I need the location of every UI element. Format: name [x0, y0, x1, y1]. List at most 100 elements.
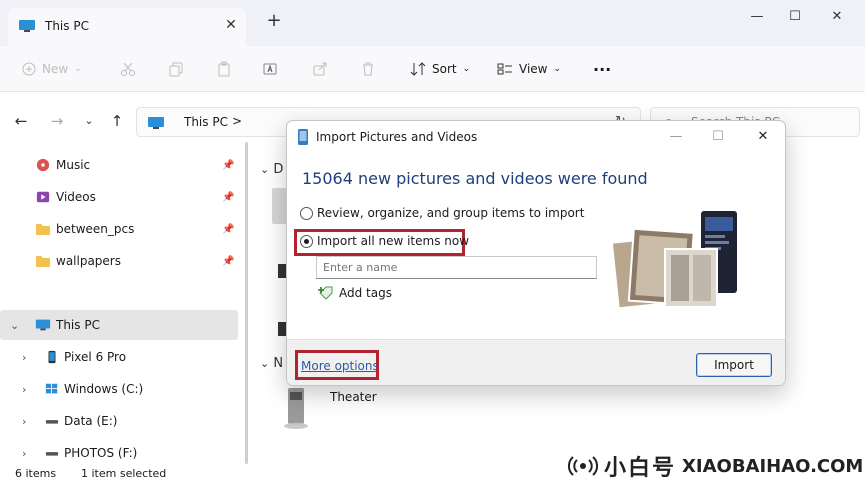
sidebar-item-windows-c[interactable]: › Windows (C:): [0, 374, 238, 404]
breadcrumb-this-pc[interactable]: This PC: [184, 115, 228, 129]
chevron-right-icon[interactable]: ›: [22, 447, 26, 460]
sort-button[interactable]: Sort ⌄: [410, 57, 470, 81]
drive-icon: [45, 452, 59, 456]
dialog-titlebar[interactable]: Import Pictures and Videos — ☐ ✕: [287, 121, 785, 153]
chevron-down-icon[interactable]: ⌄: [10, 319, 19, 332]
dialog-heading: 15064 new pictures and videos were found: [302, 169, 648, 188]
chevron-right-icon[interactable]: ›: [22, 351, 26, 364]
network-item-label: Theater: [330, 390, 377, 404]
monitor-icon: [148, 117, 164, 129]
watermark-en: XIAOBAIHAO.COM: [682, 455, 864, 477]
sidebar-item-label: Videos: [56, 190, 96, 204]
paste-button[interactable]: [216, 57, 232, 81]
chevron-down-icon: ⌄: [260, 163, 270, 176]
tag-add-icon: [318, 286, 333, 300]
more-label: ···: [593, 59, 612, 79]
dialog-minimize-button[interactable]: —: [666, 127, 686, 147]
new-button[interactable]: New ⌄: [22, 57, 82, 81]
view-button[interactable]: View ⌄: [497, 57, 561, 81]
sidebar-item-between-pcs[interactable]: between_pcs 📌: [0, 214, 238, 244]
more-options-link[interactable]: More options: [301, 359, 379, 373]
phone-icon: [48, 350, 56, 364]
share-icon: [313, 62, 327, 76]
navigation-pane: Music 📌 Videos 📌 between_pcs 📌 wallpaper…: [0, 142, 245, 464]
sidebar-item-label: Pixel 6 Pro: [64, 350, 127, 364]
copy-button[interactable]: [168, 57, 184, 81]
sidebar-item-label: Data (E:): [64, 414, 118, 428]
more-button[interactable]: ···: [593, 57, 611, 81]
group-header-devices[interactable]: ⌄ D: [260, 162, 283, 177]
sidebar-item-label: Windows (C:): [64, 382, 144, 396]
chevron-down-icon: ⌄: [553, 64, 562, 74]
import-dialog: Import Pictures and Videos — ☐ ✕ 15064 n…: [286, 120, 786, 386]
option-review[interactable]: Review, organize, and group items to imp…: [300, 206, 584, 220]
group-header-label: N: [273, 356, 284, 371]
minimize-button[interactable]: —: [746, 8, 768, 26]
delete-button[interactable]: [360, 57, 376, 81]
forward-button[interactable]: →: [48, 112, 66, 130]
pin-icon: 📌: [222, 159, 235, 171]
option-import-all[interactable]: Import all new items now: [300, 234, 469, 248]
sidebar-item-this-pc[interactable]: ⌄ This PC: [0, 310, 238, 340]
music-icon: [36, 158, 50, 172]
chevron-right-icon[interactable]: ›: [22, 383, 26, 396]
share-button[interactable]: [312, 57, 328, 81]
folder-icon: [36, 256, 50, 267]
network-item-theater[interactable]: Theater: [282, 386, 442, 430]
sidebar-item-label: PHOTOS (F:): [64, 446, 138, 460]
dialog-maximize-button[interactable]: ☐: [708, 127, 728, 147]
windows-drive-icon: [45, 383, 58, 394]
import-device-icon: [298, 129, 308, 145]
chevron-down-icon: ⌄: [260, 357, 270, 370]
dialog-title: Import Pictures and Videos: [316, 130, 478, 144]
rename-button[interactable]: [262, 57, 278, 81]
import-button[interactable]: Import: [696, 353, 772, 377]
watermark-cn: 小白号: [604, 456, 677, 481]
folder-icon: [36, 224, 50, 235]
sidebar-item-data-e[interactable]: › Data (E:): [0, 406, 238, 436]
breadcrumb-separator[interactable]: >: [232, 114, 242, 128]
recent-locations-button[interactable]: ⌄: [80, 112, 98, 130]
tab-this-pc[interactable]: This PC ✕: [8, 8, 246, 46]
sidebar-item-music[interactable]: Music 📌: [0, 150, 238, 180]
status-item-count: 6 items: [15, 467, 57, 480]
tab-close-button[interactable]: ✕: [220, 14, 242, 36]
new-label: New: [42, 62, 69, 76]
up-button[interactable]: ↑: [108, 112, 126, 130]
option-review-label: Review, organize, and group items to imp…: [317, 206, 585, 220]
view-label: View: [519, 62, 548, 76]
sort-icon: [410, 62, 426, 76]
copy-icon: [169, 62, 183, 77]
photos-illustration: [610, 211, 737, 310]
group-header-network[interactable]: ⌄ N: [260, 356, 283, 371]
video-icon: [36, 191, 50, 203]
sidebar-item-pixel-6-pro[interactable]: › Pixel 6 Pro: [0, 342, 238, 372]
dialog-footer: More options Import: [287, 339, 785, 385]
scissors-icon: [121, 62, 135, 76]
new-tab-button[interactable]: +: [264, 12, 284, 32]
sidebar-scrollbar[interactable]: [245, 142, 248, 464]
tab-bar: This PC ✕ + — ☐ ✕: [0, 0, 865, 46]
pin-icon: 📌: [222, 255, 235, 267]
chevron-right-icon[interactable]: ›: [22, 415, 26, 428]
name-input[interactable]: [316, 256, 597, 279]
add-tags-button[interactable]: Add tags: [318, 285, 392, 301]
radio-button-selected[interactable]: [300, 234, 313, 248]
monitor-icon: [19, 20, 35, 32]
maximize-button[interactable]: ☐: [784, 8, 806, 26]
back-button[interactable]: ←: [12, 112, 30, 130]
close-button[interactable]: ✕: [826, 8, 848, 26]
pin-icon: 📌: [222, 223, 235, 235]
tab-title: This PC: [45, 19, 89, 33]
radio-button[interactable]: [300, 206, 313, 220]
dialog-close-button[interactable]: ✕: [753, 127, 773, 147]
pin-icon: 📌: [222, 191, 235, 203]
group-header-label: D: [273, 162, 284, 177]
plus-circle-icon: [22, 62, 36, 76]
cut-button[interactable]: [120, 57, 136, 81]
drive-icon: [45, 420, 59, 424]
sidebar-item-wallpapers[interactable]: wallpapers 📌: [0, 246, 238, 276]
sidebar-item-label: Music: [56, 158, 91, 172]
sidebar-item-videos[interactable]: Videos 📌: [0, 182, 238, 212]
add-tags-label: Add tags: [339, 286, 392, 300]
